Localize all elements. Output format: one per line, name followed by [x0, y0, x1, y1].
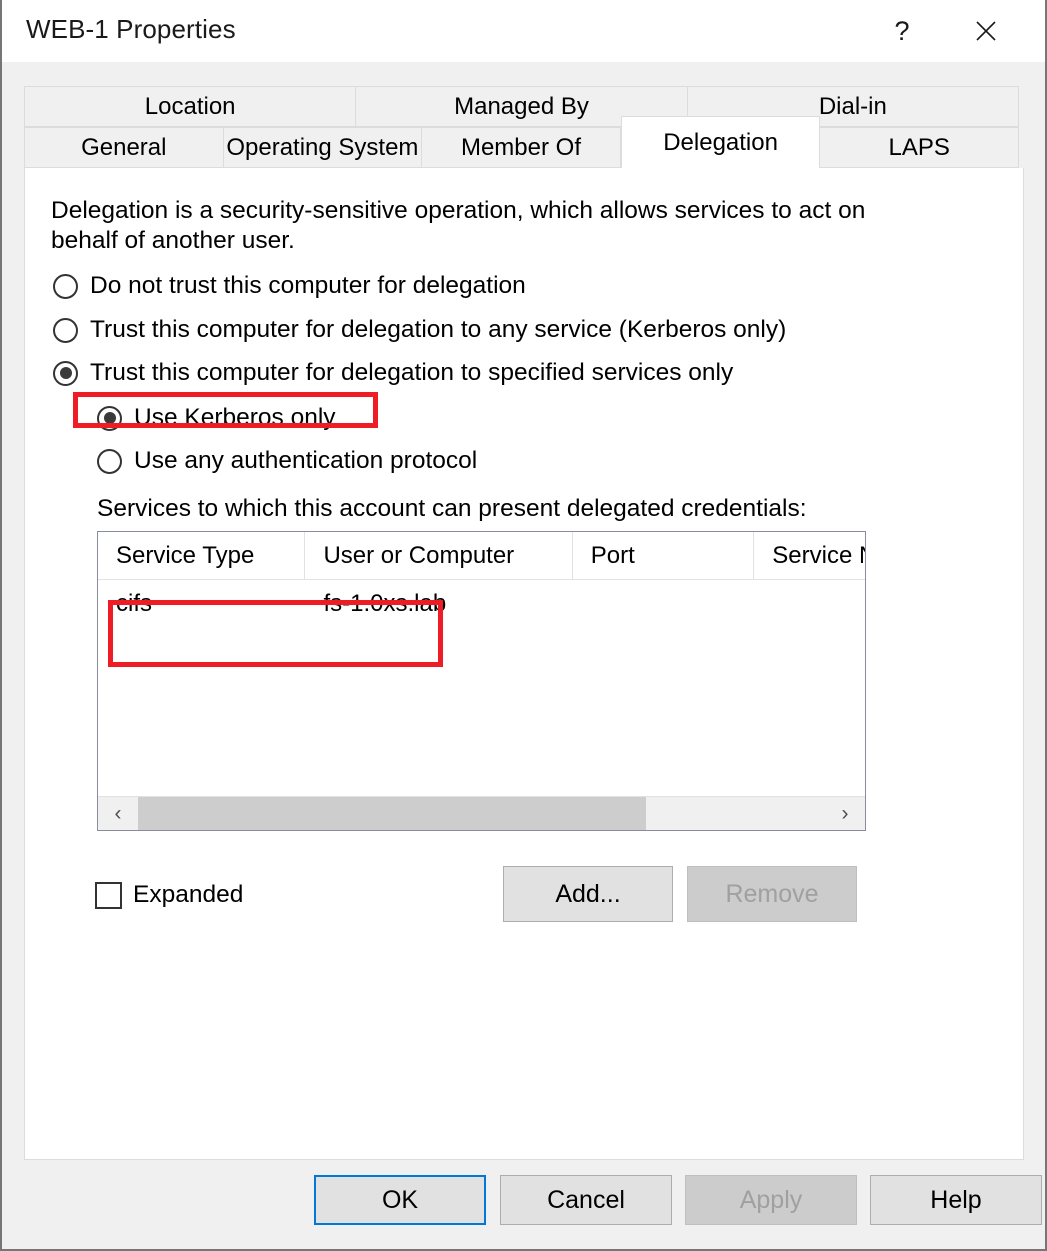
column-header-service-name[interactable]: Service Na [754, 532, 865, 579]
tab-label: Location [144, 92, 236, 120]
radio-label: Trust this computer for delegation to sp… [90, 359, 734, 386]
titlebar-help-button[interactable]: ? [871, 0, 933, 62]
help-button[interactable]: Help [870, 1175, 1042, 1225]
close-button[interactable] [955, 0, 1017, 62]
tab-delegation[interactable]: Delegation [620, 116, 821, 168]
tab-label: Delegation [663, 128, 778, 156]
tab-location[interactable]: Location [24, 86, 357, 127]
tab-label: Managed By [454, 92, 589, 120]
radio-indicator-selected [97, 405, 122, 431]
cancel-button[interactable]: Cancel [500, 1175, 672, 1225]
scroll-left-icon[interactable]: ‹ [98, 797, 138, 830]
tab-label: Member Of [460, 133, 581, 161]
button-label: OK [381, 1185, 419, 1214]
button-label: Apply [739, 1185, 803, 1214]
tab-label: LAPS [888, 133, 950, 161]
services-list-view[interactable]: Service Type User or Computer Port Servi… [97, 531, 866, 831]
tab-label: Dial-in [818, 92, 887, 120]
column-header-port[interactable]: Port [573, 532, 755, 579]
radio-label: Use any authentication protocol [134, 447, 478, 474]
expanded-checkbox[interactable]: Expanded [95, 881, 243, 909]
radio-do-not-trust[interactable]: Do not trust this computer for delegatio… [53, 272, 526, 300]
delegation-panel: Delegation is a security-sensitive opera… [24, 168, 1024, 1160]
delegation-description: Delegation is a security-sensitive opera… [51, 197, 866, 254]
radio-label: Trust this computer for delegation to an… [90, 316, 787, 343]
radio-indicator [53, 317, 78, 343]
column-label: Service Na [772, 541, 865, 569]
column-label: Service Type [116, 541, 255, 569]
properties-dialog: WEB-1 Properties ? Location Managed By D… [0, 0, 1047, 1251]
list-column-headers: Service Type User or Computer Port Servi… [98, 532, 865, 580]
title-bar: WEB-1 Properties ? [2, 0, 1045, 62]
column-label: Port [590, 541, 635, 569]
scroll-right-icon[interactable]: › [825, 797, 865, 830]
tab-member-of[interactable]: Member Of [422, 127, 621, 168]
tab-row-top: Location Managed By Dial-in [24, 86, 1019, 127]
scrollbar-thumb[interactable] [138, 797, 647, 830]
close-icon [976, 21, 996, 41]
radio-indicator-selected [53, 360, 78, 386]
radio-use-any-auth-protocol[interactable]: Use any authentication protocol [97, 447, 477, 475]
radio-label: Do not trust this computer for delegatio… [90, 272, 526, 299]
scrollbar-track[interactable] [138, 797, 825, 830]
button-label: Add... [555, 879, 621, 908]
tab-strip: Location Managed By Dial-in General Oper… [2, 62, 1045, 170]
radio-label: Use Kerberos only [134, 404, 336, 431]
dialog-footer: OK Cancel Apply Help [4, 1161, 1043, 1247]
cell-service-type: cifs [116, 590, 152, 617]
button-label: Cancel [547, 1185, 625, 1214]
question-mark-icon: ? [894, 15, 910, 46]
remove-button: Remove [687, 866, 857, 922]
column-header-user-or-computer[interactable]: User or Computer [305, 532, 573, 579]
services-list-label: Services to which this account can prese… [97, 495, 807, 522]
window-title: WEB-1 Properties [26, 14, 236, 44]
radio-use-kerberos-only[interactable]: Use Kerberos only [97, 404, 336, 432]
tab-label: General [81, 133, 167, 161]
tab-row-bottom: General Operating System Member Of Deleg… [24, 116, 1019, 168]
checkbox-indicator [95, 881, 122, 909]
table-row[interactable]: cifs fs-1.0xs.lab [98, 580, 865, 628]
add-button[interactable]: Add... [503, 866, 673, 922]
radio-indicator [53, 273, 78, 299]
button-label: Help [930, 1185, 982, 1214]
checkbox-label: Expanded [133, 881, 244, 908]
cell-user-or-computer: fs-1.0xs.lab [323, 590, 447, 617]
column-label: User or Computer [323, 541, 515, 569]
column-header-service-type[interactable]: Service Type [98, 532, 306, 579]
radio-trust-specified-services[interactable]: Trust this computer for delegation to sp… [53, 359, 733, 387]
list-body: cifs fs-1.0xs.lab [98, 580, 865, 798]
ok-button[interactable]: OK [314, 1175, 486, 1225]
tab-label: Operating System [226, 133, 419, 161]
radio-trust-any-service[interactable]: Trust this computer for delegation to an… [53, 316, 786, 344]
apply-button: Apply [685, 1175, 857, 1225]
tab-operating-system[interactable]: Operating System [223, 127, 423, 168]
tab-general[interactable]: General [24, 127, 224, 168]
horizontal-scrollbar[interactable]: ‹ › [98, 796, 865, 830]
radio-indicator [97, 448, 122, 474]
button-label: Remove [725, 879, 819, 908]
tab-laps[interactable]: LAPS [820, 127, 1019, 168]
